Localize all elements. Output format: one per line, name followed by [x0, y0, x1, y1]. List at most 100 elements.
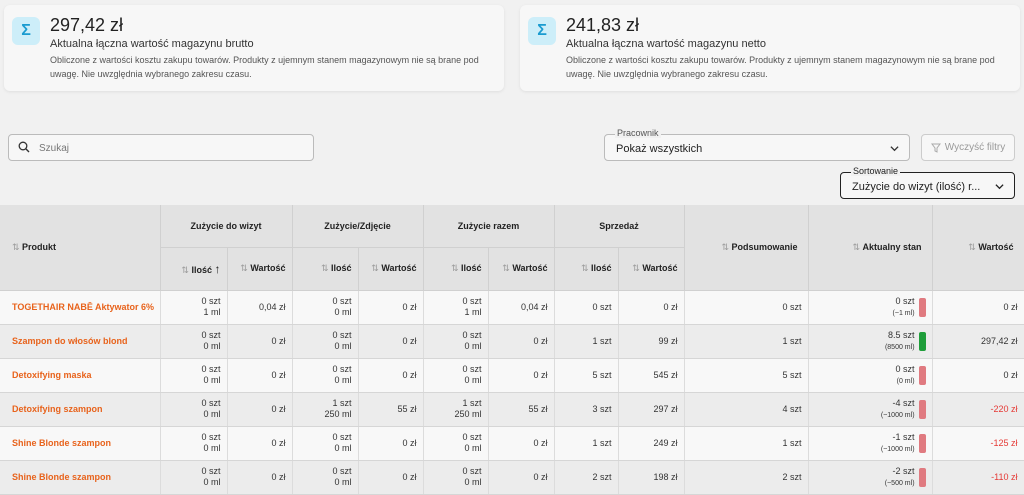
- col-zdjecie-wartosc[interactable]: ⇅ Wartość: [358, 247, 424, 291]
- col-wartosc[interactable]: ⇅ Wartość: [932, 205, 1024, 291]
- wartosc-cell: 297,42 zł: [932, 324, 1024, 359]
- razem-ilosc-cell: 1 szt 250 ml: [423, 392, 489, 427]
- col-wizyt-wartosc[interactable]: ⇅ Wartość: [227, 247, 293, 291]
- zdjecie-wartosc-cell: 0 zł: [358, 426, 424, 461]
- zdjecie-ilosc-cell: 0 szt 0 ml: [292, 426, 359, 461]
- wizyt-wartosc-cell: 0 zł: [227, 426, 293, 461]
- product-name-link[interactable]: Shine Blonde szampon: [0, 460, 161, 495]
- razem-wartosc-cell: 55 zł: [488, 392, 555, 427]
- netto-title: Aktualna łączna wartość magazynu netto: [566, 38, 766, 50]
- col-razem-wartosc[interactable]: ⇅ Wartość: [488, 247, 555, 291]
- col-group-zuzycie-wizyt: Zużycie do wizyt: [160, 205, 293, 248]
- stock-level-indicator: [918, 365, 926, 385]
- wizyt-wartosc-cell: 0,04 zł: [227, 290, 293, 325]
- pracownik-label: Pracownik: [615, 128, 661, 138]
- col-group-sprzedaz: Sprzedaż: [554, 205, 685, 248]
- search-input[interactable]: [39, 139, 299, 157]
- zdjecie-ilosc-cell: 0 szt 0 ml: [292, 290, 359, 325]
- sprzedaz-wartosc-cell: 99 zł: [618, 324, 685, 359]
- col-sprzedaz-ilosc[interactable]: ⇅ Ilość: [554, 247, 619, 291]
- pracownik-value: Pokaż wszystkich: [616, 143, 703, 155]
- summary-card-brutto: Σ 297,42 zł Aktualna łączna wartość maga…: [4, 5, 504, 91]
- zdjecie-wartosc-cell: 0 zł: [358, 324, 424, 359]
- pracownik-select[interactable]: Pracownik Pokaż wszystkich: [604, 128, 910, 161]
- aktualny-stan-cell: -1 szt (~1000 ml): [808, 426, 933, 461]
- sort-select[interactable]: Sortowanie Zużycie do wizyt (ilość) r...: [840, 166, 1015, 199]
- wizyt-ilosc-cell: 0 szt 0 ml: [160, 358, 228, 393]
- zdjecie-wartosc-cell: 0 zł: [358, 358, 424, 393]
- col-sprzedaz-wartosc[interactable]: ⇅ Wartość: [618, 247, 685, 291]
- col-group-zuzycie-razem: Zużycie razem: [423, 205, 555, 248]
- podsumowanie-cell: 2 szt: [684, 460, 809, 495]
- col-podsumowanie[interactable]: ⇅ Podsumowanie: [684, 205, 809, 291]
- col-group-zuzycie-zdjecie: Zużycie/Zdjęcie: [292, 205, 424, 248]
- stock-level-indicator: [918, 297, 926, 317]
- podsumowanie-cell: 4 szt: [684, 392, 809, 427]
- table-row: Detoxifying maska 0 szt 0 ml 0 zł 0 szt 0 ml 0…: [0, 358, 1024, 393]
- razem-ilosc-cell: 0 szt 0 ml: [423, 358, 489, 393]
- sort-icon: ⇅: [968, 241, 979, 252]
- stock-level-indicator: [918, 467, 926, 487]
- razem-wartosc-cell: 0 zł: [488, 426, 555, 461]
- product-name-link[interactable]: Szampon do włosów blond: [0, 324, 161, 359]
- wizyt-wartosc-cell: 0 zł: [227, 358, 293, 393]
- brutto-title: Aktualna łączna wartość magazynu brutto: [50, 38, 254, 50]
- wizyt-ilosc-cell: 0 szt 0 ml: [160, 426, 228, 461]
- wartosc-cell: -110 zł: [932, 460, 1024, 495]
- sort-icon: ⇅: [502, 263, 513, 273]
- wartosc-cell: -125 zł: [932, 426, 1024, 461]
- chevron-down-icon: [890, 146, 899, 152]
- clear-filters-button[interactable]: Wyczyść filtry: [921, 134, 1015, 161]
- razem-wartosc-cell: 0,04 zł: [488, 290, 555, 325]
- sprzedaz-ilosc-cell: 1 szt: [554, 324, 619, 359]
- sprzedaz-wartosc-cell: 198 zł: [618, 460, 685, 495]
- aktualny-stan-cell: 8.5 szt (8500 ml): [808, 324, 933, 359]
- razem-wartosc-cell: 0 zł: [488, 358, 555, 393]
- wizyt-ilosc-cell: 0 szt 0 ml: [160, 324, 228, 359]
- search-icon: [18, 141, 30, 153]
- wizyt-ilosc-cell: 0 szt 0 ml: [160, 460, 228, 495]
- col-zdjecie-ilosc[interactable]: ⇅ Ilość: [292, 247, 359, 291]
- stock-level-indicator: [918, 433, 926, 453]
- sprzedaz-ilosc-cell: 1 szt: [554, 426, 619, 461]
- zdjecie-ilosc-cell: 0 szt 0 ml: [292, 358, 359, 393]
- sort-icon: ⇅: [371, 263, 382, 273]
- sprzedaz-ilosc-cell: 3 szt: [554, 392, 619, 427]
- sort-icon: ⇅: [632, 263, 643, 273]
- wizyt-wartosc-cell: 0 zł: [227, 460, 293, 495]
- table-row: TOGETHAIR NABĒ Aktywator 6% 0 szt 1 ml 0,04…: [0, 290, 1024, 325]
- zdjecie-ilosc-cell: 0 szt 0 ml: [292, 324, 359, 359]
- table-row: Detoxifying szampon 0 szt 0 ml 0 zł 1 szt 250…: [0, 392, 1024, 427]
- razem-ilosc-cell: 0 szt 0 ml: [423, 324, 489, 359]
- col-aktualny-stan[interactable]: ⇅ Aktualny stan: [808, 205, 933, 291]
- col-razem-ilosc[interactable]: ⇅ Ilość: [423, 247, 489, 291]
- zdjecie-wartosc-cell: 55 zł: [358, 392, 424, 427]
- table-row: Shine Blonde szampon 0 szt 0 ml 0 zł 0 szt 0 …: [0, 460, 1024, 495]
- col-produkt[interactable]: ⇅ Produkt: [0, 205, 161, 291]
- razem-wartosc-cell: 0 zł: [488, 460, 555, 495]
- razem-ilosc-cell: 0 szt 0 ml: [423, 460, 489, 495]
- sort-value: Zużycie do wizyt (ilość) r...: [852, 181, 981, 193]
- stock-level-indicator: [918, 331, 926, 351]
- sort-icon: ⇅: [320, 263, 331, 273]
- wizyt-ilosc-cell: 0 szt 1 ml: [160, 290, 228, 325]
- col-wizyt-ilosc[interactable]: ⇅ Ilość ↑: [160, 247, 228, 291]
- clear-filters-label: Wyczyść filtry: [944, 142, 1006, 153]
- sigma-icon: Σ: [12, 17, 40, 45]
- brutto-amount: 297,42 zł: [50, 15, 124, 35]
- podsumowanie-cell: 0 szt: [684, 290, 809, 325]
- product-name-link[interactable]: TOGETHAIR NABĒ Aktywator 6%: [0, 290, 161, 325]
- zdjecie-wartosc-cell: 0 zł: [358, 290, 424, 325]
- zdjecie-ilosc-cell: 0 szt 0 ml: [292, 460, 359, 495]
- wartosc-cell: 0 zł: [932, 358, 1024, 393]
- product-name-link[interactable]: Detoxifying szampon: [0, 392, 161, 427]
- sort-icon: ⇅: [12, 241, 23, 252]
- sort-icon: ⇅: [240, 263, 251, 273]
- product-name-link[interactable]: Detoxifying maska: [0, 358, 161, 393]
- zdjecie-wartosc-cell: 0 zł: [358, 460, 424, 495]
- product-name-link[interactable]: Shine Blonde szampon: [0, 426, 161, 461]
- wizyt-ilosc-cell: 0 szt 0 ml: [160, 392, 228, 427]
- razem-ilosc-cell: 0 szt 0 ml: [423, 426, 489, 461]
- search-box[interactable]: [8, 134, 314, 161]
- aktualny-stan-cell: 0 szt (~1 ml): [808, 290, 933, 325]
